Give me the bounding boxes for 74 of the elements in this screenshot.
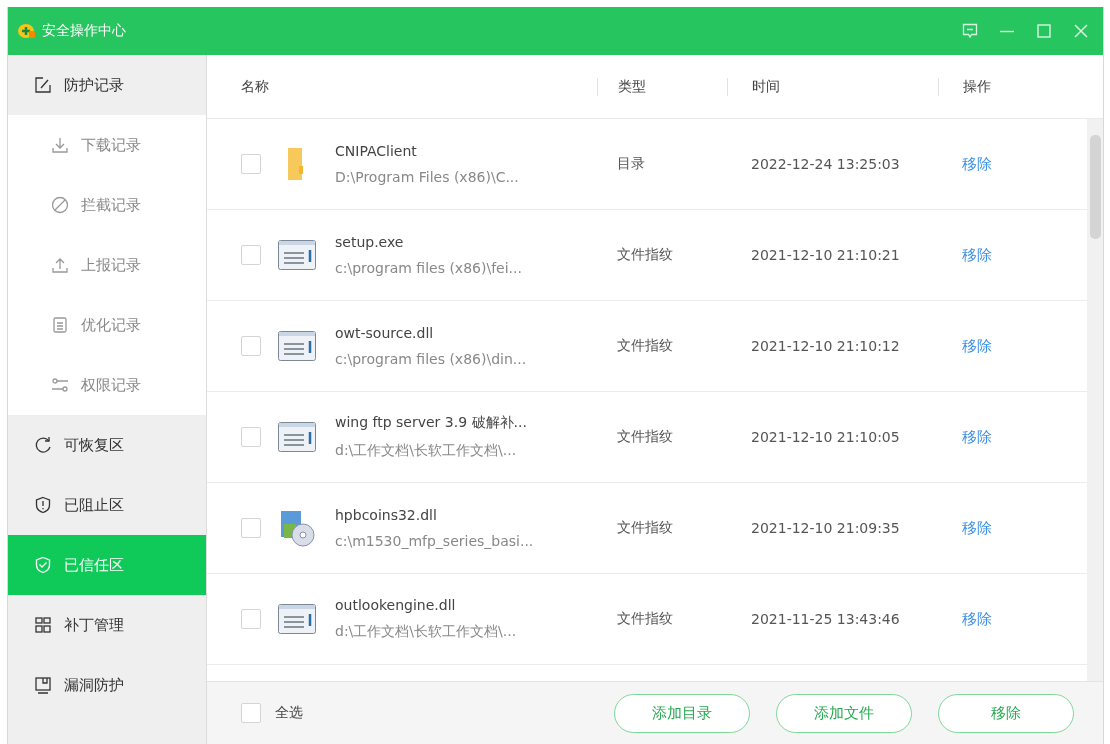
edit-icon [34, 76, 52, 94]
checkbox[interactable] [241, 336, 261, 356]
maximize-icon[interactable] [1036, 23, 1052, 39]
footer-button[interactable]: 添加文件 [776, 693, 912, 733]
list-icon [51, 316, 69, 334]
remove-link[interactable]: 移除 [962, 246, 992, 264]
sidebar-item[interactable]: 优化记录 [8, 295, 206, 355]
remove-link[interactable]: 移除 [962, 519, 992, 537]
time-cell-text: 2021-11-25 13:43:46 [750, 611, 901, 627]
file-path: d:\工作文档\长软工作文档\... [335, 623, 517, 641]
column-header: 名称 [240, 77, 270, 96]
sidebar-item[interactable]: 已信任区 [8, 535, 206, 595]
close-icon[interactable] [1073, 23, 1089, 39]
grid-icon [34, 616, 52, 634]
sidebar-item[interactable]: 防护记录 [8, 55, 206, 115]
app-logo-icon [18, 23, 36, 39]
shield-check-icon [34, 556, 52, 574]
sidebar-item[interactable]: 补丁管理 [8, 595, 206, 655]
window-title: 安全操作中心 [42, 22, 126, 40]
sidebar-item[interactable]: 漏洞防护 [8, 655, 206, 715]
sidebar-item[interactable]: 可恢复区 [8, 415, 206, 475]
time-cell-text: 2022-12-24 13:25:03 [750, 156, 901, 172]
select-all-checkbox[interactable] [241, 703, 261, 723]
feedback-icon[interactable] [962, 23, 978, 39]
file-name: owt-source.dll [335, 325, 435, 341]
file-path: d:\工作文档\长软工作文档\... [335, 442, 518, 460]
sidebar-item[interactable]: 已阻止区 [8, 475, 206, 535]
time-cell-text: 2021-12-10 21:09:35 [750, 520, 901, 536]
column-header: 类型 [597, 77, 727, 96]
checkbox[interactable] [241, 427, 261, 447]
remove-link[interactable]: 移除 [962, 428, 992, 446]
sidebar-item[interactable]: 上报记录 [8, 235, 206, 295]
time-cell-text: 2021-12-10 21:10:21 [750, 247, 901, 263]
select-all-label[interactable]: 全选 [275, 704, 303, 722]
checkbox[interactable] [241, 609, 261, 629]
remove-link[interactable]: 移除 [962, 610, 992, 628]
file-name: CNIPAClient [335, 143, 418, 159]
file-path: c:\program files (x86)\din... [335, 351, 527, 367]
remove-link[interactable]: 移除 [962, 337, 992, 355]
time-cell-text: 2021-12-10 21:10:12 [750, 338, 901, 354]
file-path: c:\m1530_mfp_series_basi... [335, 533, 534, 549]
block-icon [51, 196, 69, 214]
scrollbar-thumb[interactable] [1090, 135, 1101, 239]
type-cell-text: 文件指纹 [616, 610, 674, 628]
column-header: 时间 [727, 77, 938, 96]
monitor-icon [34, 676, 52, 694]
sidebar-item[interactable]: 下载记录 [8, 115, 206, 175]
time-cell-text: 2021-12-10 21:10:05 [750, 429, 901, 445]
checkbox[interactable] [241, 154, 261, 174]
type-cell-text: 文件指纹 [616, 428, 674, 446]
download-icon [51, 136, 69, 154]
file-name: setup.exe [335, 234, 405, 250]
toggle-icon [51, 376, 69, 394]
file-path: c:\program files (x86)\fei... [335, 260, 522, 276]
remove-link[interactable]: 移除 [962, 155, 992, 173]
upload-icon [51, 256, 69, 274]
checkbox[interactable] [241, 245, 261, 265]
column-header: 操作 [938, 77, 1078, 96]
file-name: hpbcoins32.dll [335, 507, 438, 523]
checkbox[interactable] [241, 518, 261, 538]
footer-button[interactable]: 移除 [938, 693, 1074, 733]
shield-icon [34, 496, 52, 514]
sidebar-item[interactable]: 权限记录 [8, 355, 206, 415]
type-cell-text: 目录 [616, 155, 646, 173]
type-cell-text: 文件指纹 [616, 246, 674, 264]
file-name: wing ftp server 3.9 破解补... [335, 414, 527, 432]
scrollbar[interactable] [1087, 119, 1103, 681]
sidebar-item[interactable]: 拦截记录 [8, 175, 206, 235]
footer-button[interactable]: 添加目录 [614, 693, 750, 733]
type-cell-text: 文件指纹 [616, 519, 674, 537]
file-path: D:\Program Files (x86)\C... [335, 169, 519, 185]
file-name: outlookengine.dll [335, 597, 457, 613]
type-cell-text: 文件指纹 [616, 337, 674, 355]
refresh-icon [34, 436, 52, 454]
